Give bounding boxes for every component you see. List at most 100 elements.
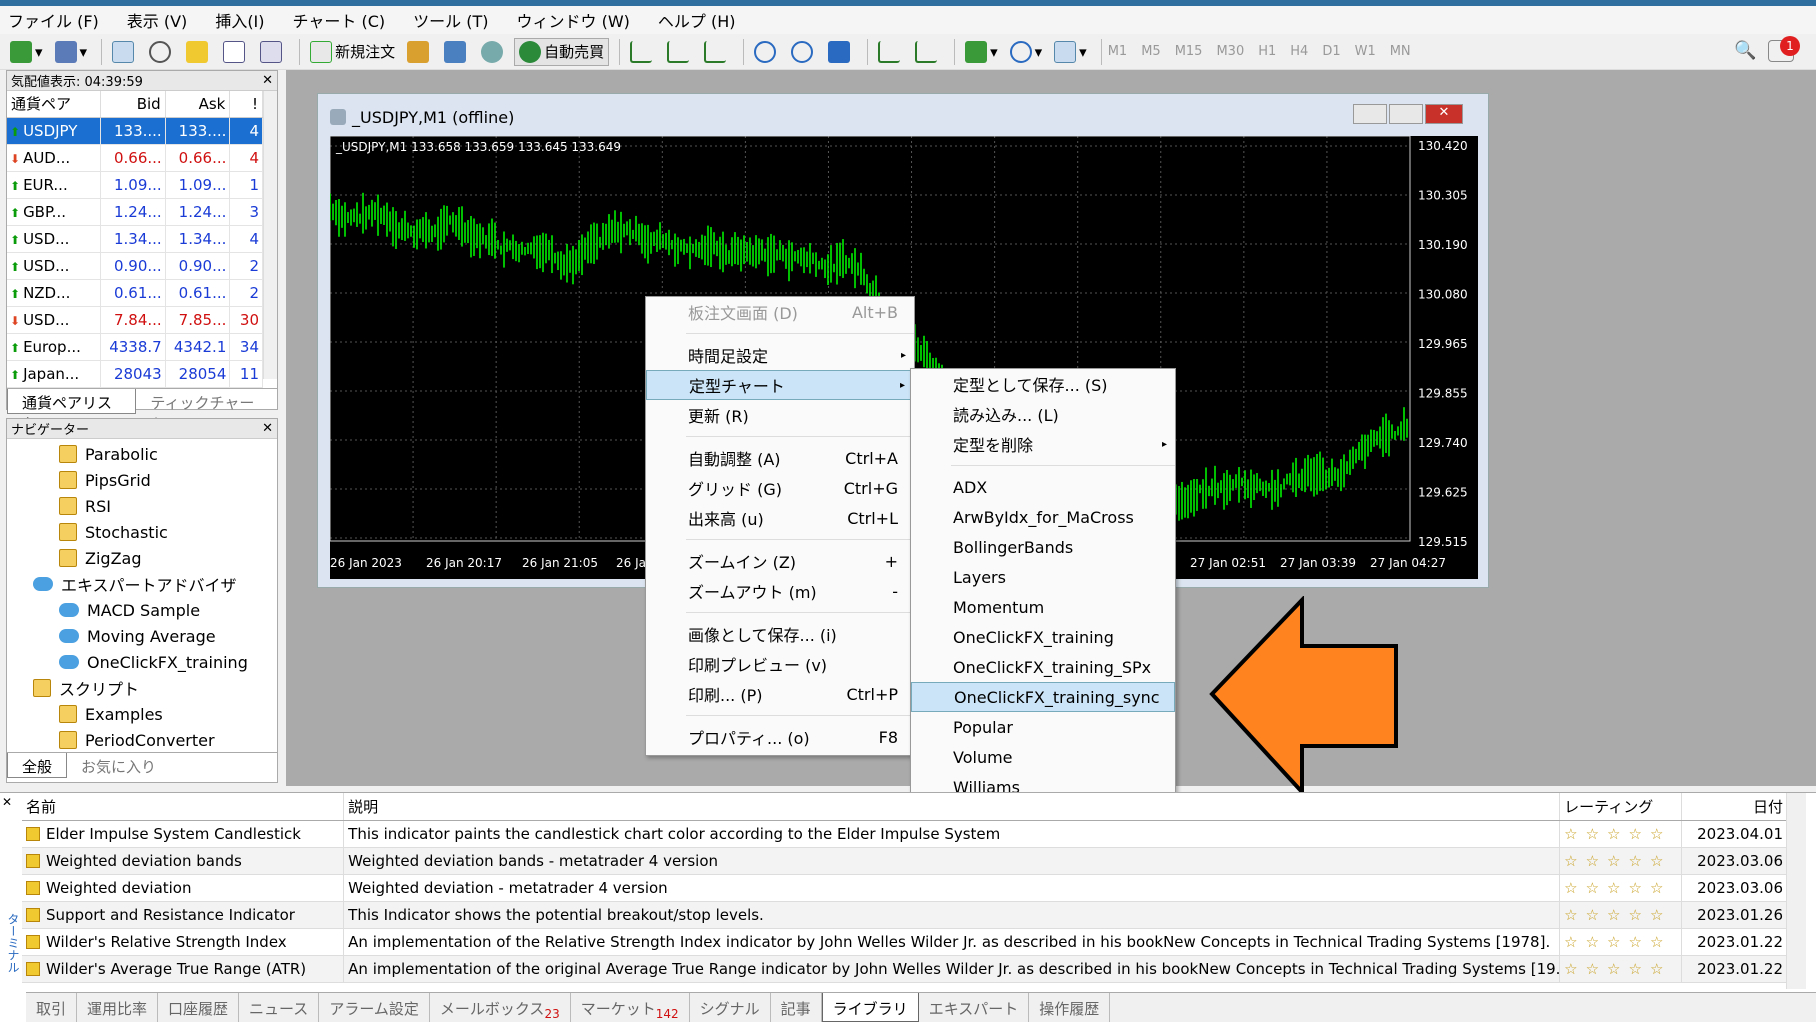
close-icon[interactable]: ✕ <box>262 73 273 88</box>
market-watch-toggle[interactable] <box>108 38 141 66</box>
column-header-symbol[interactable]: 通貨ペア <box>7 91 101 118</box>
menu-window[interactable]: ウィンドウ (W) <box>516 8 629 32</box>
timeframe-m30[interactable]: M30 <box>1216 44 1244 59</box>
column-header-description[interactable]: 説明 <box>343 793 1561 821</box>
menu-item[interactable]: 印刷... (P) Ctrl+P <box>646 679 914 709</box>
menu-item[interactable]: 定型として保存... (S) <box>911 369 1175 399</box>
market-watch-row[interactable]: ⬆ USD... 0.90... 0.90... 2 <box>7 252 263 280</box>
close-icon[interactable]: ✕ <box>2 795 12 809</box>
data-window-toggle[interactable] <box>145 38 178 66</box>
market-watch-row[interactable]: ⬆ USD... 1.34... 1.34... 4 <box>7 225 263 253</box>
terminal-tab[interactable]: エキスパート <box>919 993 1030 1022</box>
library-row[interactable]: Support and Resistance Indicator This Ind… <box>22 901 1788 929</box>
terminal-tab[interactable]: メールボックス23 <box>430 993 571 1022</box>
menu-item[interactable]: 印刷プレビュー (v) <box>646 649 914 679</box>
terminal-tab[interactable]: 操作履歴 <box>1029 993 1111 1022</box>
timeframe-m1[interactable]: M1 <box>1108 44 1128 59</box>
menu-item[interactable]: ADX <box>911 472 1175 502</box>
menu-item[interactable]: 定型チャート ▸ <box>646 370 914 400</box>
timeframe-m5[interactable]: M5 <box>1141 44 1161 59</box>
menu-item[interactable]: グリッド (G) Ctrl+G <box>646 473 914 503</box>
chart-window-titlebar[interactable]: _USDJPY,M1 (offline) <box>318 94 1488 140</box>
column-header-name[interactable]: 名前 <box>22 793 345 821</box>
menu-item[interactable]: OneClickFX_training_sync <box>911 682 1175 712</box>
timeframe-h1[interactable]: H1 <box>1258 44 1276 59</box>
market-watch-row[interactable]: ⬇ AUD... 0.66... 0.66... 4 <box>7 144 263 172</box>
periods-button[interactable]: ▾ <box>1006 38 1047 66</box>
indicators-button[interactable]: ▾ <box>961 38 1002 66</box>
market-watch-row[interactable]: ⬆ Japan... 28043 28054 11 <box>7 360 263 388</box>
column-header-rating[interactable]: レーティング <box>1559 793 1683 821</box>
market-watch-row[interactable]: ⬆ EUR... 1.09... 1.09... 1 <box>7 171 263 199</box>
navigator-toggle[interactable] <box>182 38 215 66</box>
timeframe-w1[interactable]: W1 <box>1355 44 1376 59</box>
market-watch-row[interactable]: ⬆ USDJPY 133.... 133.... 4 <box>7 117 263 145</box>
timeframe-h4[interactable]: H4 <box>1290 44 1308 59</box>
menu-item[interactable]: OneClickFX_training_SPx <box>911 652 1175 682</box>
bar-chart-button[interactable] <box>626 38 659 66</box>
new-chart-button[interactable]: ▾ <box>6 38 47 66</box>
signals-button[interactable] <box>477 38 510 66</box>
tab-tick-chart[interactable]: ティックチャート <box>136 389 277 433</box>
market-watch-row[interactable]: ⬇ USD... 7.84... 7.85... 30 <box>7 306 263 334</box>
terminal-tab[interactable]: 取引 <box>26 993 78 1022</box>
tester-toggle[interactable] <box>256 38 289 66</box>
navigator-item[interactable]: Moving Average <box>7 623 277 649</box>
menu-item[interactable]: 読み込み... (L) <box>911 399 1175 429</box>
menu-view[interactable]: 表示 (V) <box>127 8 188 32</box>
candlestick-button[interactable] <box>663 38 696 66</box>
profiles-button[interactable]: ▾ <box>51 38 92 66</box>
menu-item[interactable]: ArwByIdx_for_MaCross <box>911 502 1175 532</box>
terminal-tab[interactable]: ライブラリ <box>821 993 919 1022</box>
tab-favorites[interactable]: お気に入り <box>67 753 170 778</box>
navigator-item[interactable]: ZigZag <box>7 545 277 571</box>
library-row[interactable]: Weighted deviation bands Weighted deviati… <box>22 847 1788 875</box>
community-button[interactable] <box>440 38 473 66</box>
navigator-item[interactable]: スクリプト <box>7 675 277 701</box>
menu-item[interactable]: BollingerBands <box>911 532 1175 562</box>
market-watch-row[interactable]: ⬆ GBP... 1.24... 1.24... 3 <box>7 198 263 226</box>
terminal-tab[interactable]: 記事 <box>771 993 822 1022</box>
new-order-button[interactable]: 新規注文 <box>306 38 399 66</box>
terminal-tab[interactable]: アラーム設定 <box>319 993 430 1022</box>
line-chart-button[interactable] <box>700 38 733 66</box>
maximize-button[interactable] <box>1389 104 1423 124</box>
menu-item[interactable]: 自動調整 (A) Ctrl+A <box>646 443 914 473</box>
tile-windows-button[interactable] <box>824 38 857 66</box>
navigator-item[interactable]: OneClickFX_training <box>7 649 277 675</box>
zoom-in-button[interactable] <box>750 38 783 66</box>
menu-item[interactable]: 出来高 (u) Ctrl+L <box>646 503 914 533</box>
menu-item[interactable]: OneClickFX_training <box>911 622 1175 652</box>
menu-item[interactable]: 定型を削除 ▸ <box>911 429 1175 459</box>
tab-general[interactable]: 全般 <box>7 753 68 778</box>
menu-item[interactable]: Popular <box>911 712 1175 742</box>
column-header-date[interactable]: 日付 <box>1681 793 1788 821</box>
column-header-ask[interactable]: Ask <box>165 91 231 118</box>
menu-item[interactable]: 時間足設定 ▸ <box>646 340 914 370</box>
terminal-toggle[interactable] <box>219 38 252 66</box>
menu-item[interactable]: ズームアウト (m) - <box>646 576 914 606</box>
menu-item[interactable]: プロパティ... (o) F8 <box>646 722 914 752</box>
timeframe-mn[interactable]: MN <box>1390 44 1411 59</box>
close-icon[interactable]: ✕ <box>262 421 273 436</box>
menu-tools[interactable]: ツール (T) <box>413 8 488 32</box>
templates-button[interactable]: ▾ <box>1050 38 1091 66</box>
menu-item[interactable]: ズームイン (Z) + <box>646 546 914 576</box>
zoom-out-button[interactable] <box>787 38 820 66</box>
menu-item[interactable]: Momentum <box>911 592 1175 622</box>
menu-item[interactable]: Volume <box>911 742 1175 772</box>
minimize-button[interactable] <box>1353 104 1387 124</box>
menu-insert[interactable]: 挿入(I) <box>215 8 264 32</box>
autoscroll-button[interactable] <box>911 38 944 66</box>
navigator-item[interactable]: MACD Sample <box>7 597 277 623</box>
column-header-bid[interactable]: Bid <box>100 91 166 118</box>
navigator-item[interactable]: エキスパートアドバイザ <box>7 571 277 597</box>
navigator-item[interactable]: RSI <box>7 493 277 519</box>
menu-chart[interactable]: チャート (C) <box>293 8 386 32</box>
library-row[interactable]: Weighted deviation Weighted deviation - m… <box>22 874 1788 902</box>
menu-file[interactable]: ファイル (F) <box>8 8 99 32</box>
tab-symbols[interactable]: 通貨ペアリスト <box>7 388 137 433</box>
terminal-tab[interactable]: シグナル <box>690 993 771 1022</box>
library-row[interactable]: Wilder's Relative Strength Index An imple… <box>22 928 1788 956</box>
metaeditor-button[interactable] <box>403 38 436 66</box>
